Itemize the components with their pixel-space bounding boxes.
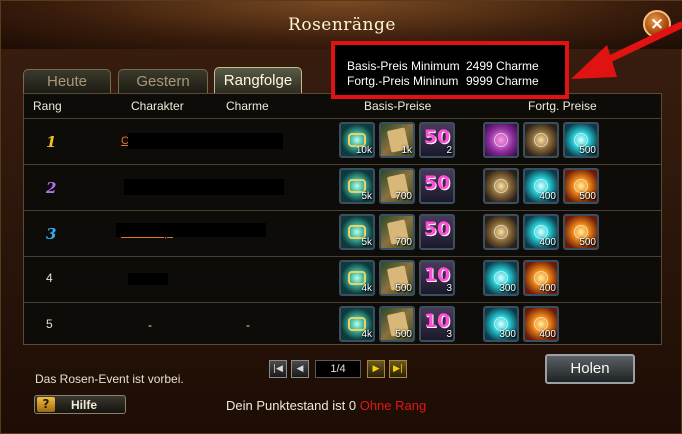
table-row: 4 4k 500 10 3 300 400 bbox=[24, 256, 661, 301]
help-label: Hilfe bbox=[71, 398, 98, 412]
redacted-block bbox=[116, 223, 266, 237]
item-count: 3 bbox=[446, 283, 452, 294]
advanced-price-label: Fortg.-Preis Mininum bbox=[347, 74, 459, 88]
prev-page-button[interactable]: ◀ bbox=[291, 360, 309, 378]
header-rank: Rang bbox=[33, 99, 62, 113]
rank-number: 1 bbox=[46, 133, 57, 151]
item-count: 400 bbox=[539, 283, 556, 294]
number-50-icon[interactable]: 50 bbox=[419, 168, 455, 204]
help-button[interactable]: ? Hilfe bbox=[34, 395, 126, 414]
header-charm: Charme bbox=[226, 99, 269, 113]
score-rank-text: Ohne Rang bbox=[359, 398, 427, 413]
next-page-button[interactable]: ▶ bbox=[367, 360, 385, 378]
page-indicator: 1/4 bbox=[315, 360, 361, 378]
wings-emblem-icon[interactable]: 5k bbox=[339, 214, 375, 250]
tab-heute[interactable]: Heute bbox=[23, 69, 111, 93]
pink-crystal-icon[interactable] bbox=[483, 122, 519, 158]
item-count: 10k bbox=[355, 145, 372, 156]
item-count: 400 bbox=[539, 329, 556, 340]
golden-orb-icon[interactable] bbox=[483, 214, 519, 250]
item-count: 400 bbox=[539, 191, 556, 202]
item-count: 500 bbox=[579, 237, 596, 248]
table-row: 3Shadowqu5k70050400500 bbox=[24, 210, 661, 255]
cyan-orb-icon[interactable]: 400 bbox=[523, 214, 559, 250]
cyan-orb-icon[interactable]: 300 bbox=[483, 260, 519, 296]
item-count: 300 bbox=[499, 329, 516, 340]
base-price-label: Basis-Preis Minimum bbox=[347, 59, 460, 73]
fire-orb-icon[interactable]: 500 bbox=[563, 214, 599, 250]
redacted-block bbox=[128, 273, 168, 285]
score-value: 0 bbox=[348, 398, 357, 413]
ranking-table: Rang Charakter Charme Basis-Preise Fortg… bbox=[23, 93, 662, 345]
item-count: 500 bbox=[395, 329, 412, 340]
item-count: 2 bbox=[446, 145, 452, 156]
item-count: 4k bbox=[361, 283, 372, 294]
table-row: 2 5k 700 50 400 500 bbox=[24, 164, 661, 209]
score-label: Dein Punktestand ist bbox=[226, 398, 346, 413]
scroll-icon[interactable]: 700 bbox=[379, 168, 415, 204]
number-10-icon[interactable]: 10 3 bbox=[419, 260, 455, 296]
wings-emblem-icon[interactable]: 4k bbox=[339, 260, 375, 296]
rank-number: 3 bbox=[46, 225, 57, 243]
character-name: - bbox=[148, 318, 152, 332]
collect-button[interactable]: Holen bbox=[545, 354, 635, 384]
scroll-icon[interactable]: 500 bbox=[379, 260, 415, 296]
item-count: 5k bbox=[361, 191, 372, 202]
tab-rangfolge[interactable]: Rangfolge bbox=[214, 67, 302, 93]
last-page-button[interactable]: ▶| bbox=[389, 360, 407, 378]
item-count: 300 bbox=[499, 283, 516, 294]
red-arrow-icon bbox=[571, 21, 682, 79]
score-line: Dein Punktestand ist 0 Ohne Rang bbox=[226, 398, 426, 413]
scroll-icon[interactable]: 1k bbox=[379, 122, 415, 158]
table-row: 1 C 10k 1k 50 2 500 bbox=[24, 118, 661, 163]
cyan-orb-icon[interactable]: 400 bbox=[523, 168, 559, 204]
advanced-price-value: 9999 Charme bbox=[466, 74, 539, 88]
wings-emblem-icon[interactable]: 5k bbox=[339, 168, 375, 204]
cyan-orb-icon[interactable]: 300 bbox=[483, 306, 519, 342]
redacted-block bbox=[128, 133, 283, 149]
rank-number: 5 bbox=[46, 317, 53, 331]
item-count: 3 bbox=[446, 329, 452, 340]
fire-orb-icon[interactable]: 400 bbox=[523, 260, 559, 296]
scroll-icon[interactable]: 700 bbox=[379, 214, 415, 250]
rank-number: 4 bbox=[46, 271, 53, 285]
event-status-text: Das Rosen-Event ist vorbei. bbox=[35, 372, 184, 386]
rose-ranking-window: Rosenränge × Heute Gestern Rangfolge Ran… bbox=[0, 0, 682, 434]
number-10-icon[interactable]: 10 3 bbox=[419, 306, 455, 342]
item-count: 500 bbox=[579, 145, 596, 156]
fire-orb-icon[interactable]: 400 bbox=[523, 306, 559, 342]
item-count: 500 bbox=[579, 191, 596, 202]
item-count: 500 bbox=[395, 283, 412, 294]
price-minimum-annotation: Basis-Preis Minimum 2499 Charme Fortg.-Pr… bbox=[331, 41, 569, 99]
item-count: 1k bbox=[401, 145, 412, 156]
golden-orb-icon[interactable] bbox=[483, 168, 519, 204]
number-50-icon[interactable]: 50 2 bbox=[419, 122, 455, 158]
header-character: Charakter bbox=[131, 99, 184, 113]
rank-number: 2 bbox=[46, 179, 57, 197]
header-advanced-prizes: Fortg. Preise bbox=[528, 99, 597, 113]
item-count: 700 bbox=[395, 191, 412, 202]
first-page-button[interactable]: |◀ bbox=[269, 360, 287, 378]
base-price-value: 2499 Charme bbox=[466, 59, 539, 73]
wings-emblem-icon[interactable]: 4k bbox=[339, 306, 375, 342]
table-row: 5 - - 4k 500 10 3 300 400 bbox=[24, 302, 661, 347]
item-count: 400 bbox=[539, 237, 556, 248]
item-count: 5k bbox=[361, 237, 372, 248]
wings-emblem-icon[interactable]: 10k bbox=[339, 122, 375, 158]
golden-orb-icon[interactable] bbox=[523, 122, 559, 158]
charm-value: - bbox=[246, 318, 250, 332]
cyan-orb-icon[interactable]: 500 bbox=[563, 122, 599, 158]
item-count: 4k bbox=[361, 329, 372, 340]
number-50-icon[interactable]: 50 bbox=[419, 214, 455, 250]
tab-gestern[interactable]: Gestern bbox=[118, 69, 208, 93]
scroll-icon[interactable]: 500 bbox=[379, 306, 415, 342]
item-count: 700 bbox=[395, 237, 412, 248]
help-question-icon: ? bbox=[37, 397, 55, 412]
fire-orb-icon[interactable]: 500 bbox=[563, 168, 599, 204]
header-base-prizes: Basis-Preise bbox=[364, 99, 432, 113]
redacted-block bbox=[124, 179, 284, 195]
